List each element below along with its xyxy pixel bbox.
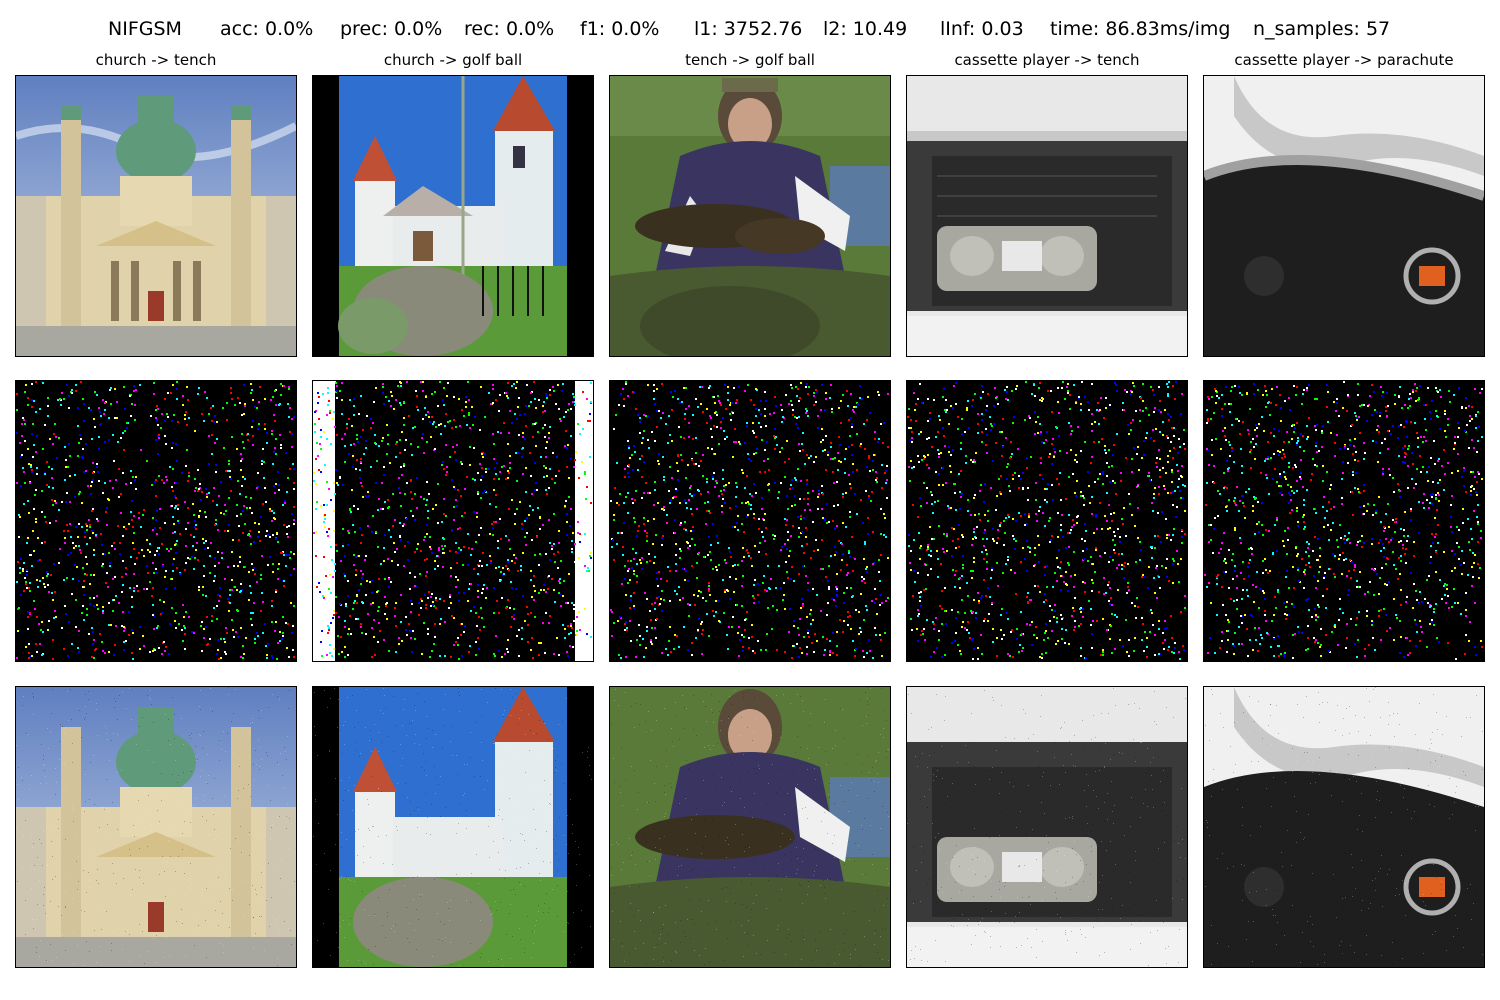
cassette-player-image — [907, 687, 1187, 967]
church-towers-image — [313, 687, 593, 967]
original-image-boombox — [1203, 75, 1485, 357]
method-name: NIFGSM — [108, 18, 182, 40]
column-title: church -> tench — [95, 51, 217, 69]
l2-metric: l2: 10.49 — [823, 18, 908, 40]
time-metric: time: 86.83ms/img — [1050, 18, 1231, 40]
church-baroque-image — [16, 687, 296, 967]
noise-image — [1204, 381, 1484, 661]
adversarial-image-cassette — [906, 686, 1188, 968]
f1-metric: f1: 0.0% — [580, 18, 660, 40]
boombox-image — [1204, 687, 1484, 967]
adversarial-image-church-2 — [312, 686, 594, 968]
perturbation-image-boombox — [1203, 380, 1485, 662]
l1-metric: l1: 3752.76 — [694, 18, 803, 40]
original-image-tench — [609, 75, 891, 357]
column-title: tench -> golf ball — [685, 51, 815, 69]
man-holding-fish-image — [610, 687, 890, 967]
n-samples-metric: n_samples: 57 — [1253, 18, 1391, 40]
man-holding-fish-image — [610, 76, 890, 356]
prec-metric: prec: 0.0% — [340, 18, 443, 40]
adversarial-image-boombox — [1203, 686, 1485, 968]
original-image-church-1 — [15, 75, 297, 357]
perturbation-image-church-2 — [312, 380, 594, 662]
church-towers-image — [313, 76, 593, 356]
column-title: cassette player -> parachute — [1234, 51, 1454, 69]
noise-image — [907, 381, 1187, 661]
acc-metric: acc: 0.0% — [220, 18, 314, 40]
metrics-header: NIFGSM acc: 0.0% prec: 0.0% rec: 0.0% f1… — [0, 14, 1500, 44]
noise-image — [16, 381, 296, 661]
column-title: cassette player -> tench — [954, 51, 1140, 69]
cassette-player-image — [907, 76, 1187, 356]
adversarial-image-church-1 — [15, 686, 297, 968]
perturbation-image-cassette — [906, 380, 1188, 662]
rec-metric: rec: 0.0% — [464, 18, 555, 40]
original-image-cassette — [906, 75, 1188, 357]
perturbation-image-church-1 — [15, 380, 297, 662]
church-baroque-image — [16, 76, 296, 356]
column-title: church -> golf ball — [383, 51, 523, 69]
perturbation-image-tench — [609, 380, 891, 662]
original-image-church-2 — [312, 75, 594, 357]
noise-image — [610, 381, 890, 661]
linf-metric: lInf: 0.03 — [940, 18, 1024, 40]
noise-image — [313, 381, 593, 661]
boombox-image — [1204, 76, 1484, 356]
adversarial-image-tench — [609, 686, 891, 968]
